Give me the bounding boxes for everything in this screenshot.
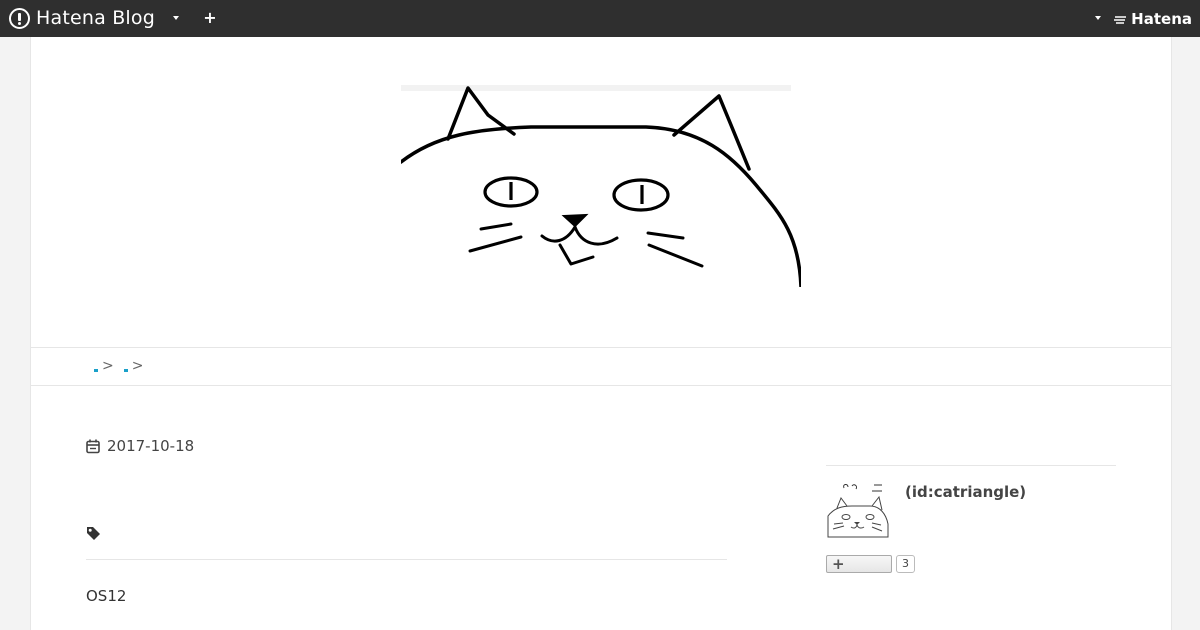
entry-date[interactable]: 2017-10-18 (86, 436, 194, 456)
hatena-blog-logo-icon (9, 7, 30, 29)
hatena-logo-icon (1114, 16, 1127, 24)
brand-name: Hatena Blog (36, 7, 155, 29)
entry-date-text: 2017-10-18 (107, 437, 195, 455)
breadcrumb-separator: > (131, 358, 144, 374)
reader-subscribe-button[interactable]: + (826, 555, 892, 573)
hatena-home-link[interactable]: Hatena (1113, 9, 1192, 29)
account-menu-dropdown-icon[interactable] (1095, 16, 1101, 20)
entry-tags (86, 526, 101, 544)
breadcrumb-link-top[interactable] (94, 368, 98, 372)
avatar[interactable] (826, 482, 890, 540)
calendar-icon (86, 439, 100, 453)
entry-body-text: OS12 (86, 587, 127, 605)
profile-divider (826, 465, 1116, 466)
plus-icon: + (832, 555, 845, 573)
breadcrumb: > > (94, 358, 149, 374)
profile-id[interactable]: (id:catriangle) (905, 483, 1026, 501)
subscriber-count-badge[interactable]: 3 (896, 555, 915, 573)
blog-container: > > 2017-10-18 OS12 (id:catriangle) + 3 (30, 37, 1172, 630)
global-header: Hatena Blog + Hatena (0, 0, 1200, 37)
hatena-label: Hatena (1131, 10, 1192, 28)
entry-divider (86, 559, 727, 560)
tag-icon (87, 527, 100, 540)
breadcrumb-link-entry[interactable] (123, 368, 128, 372)
breadcrumb-separator: > (102, 358, 114, 374)
blog-menu-dropdown-icon[interactable] (173, 16, 179, 20)
new-post-plus-icon[interactable]: + (202, 9, 218, 27)
blog-header-cat-image[interactable] (401, 85, 801, 287)
breadcrumb-divider (31, 385, 1171, 386)
hatena-blog-brand-link[interactable]: Hatena Blog (9, 6, 155, 30)
header-divider (31, 347, 1171, 348)
